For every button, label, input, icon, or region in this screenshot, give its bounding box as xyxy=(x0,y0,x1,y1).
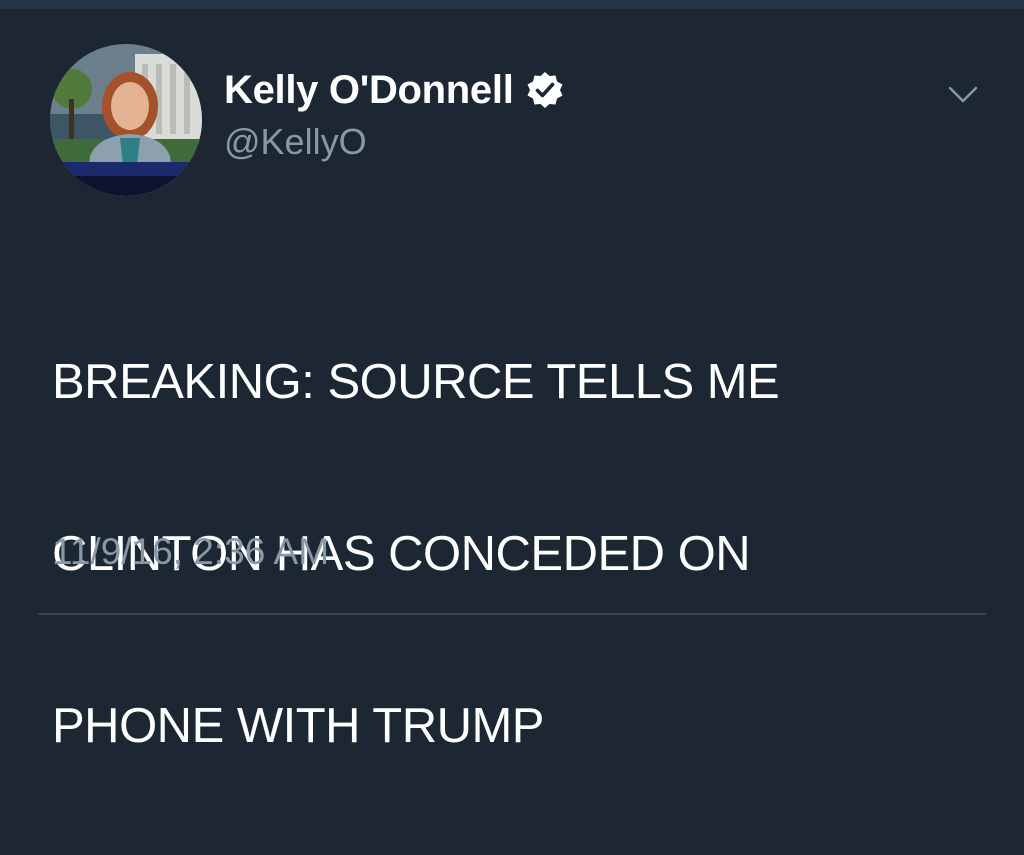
author-handle[interactable]: @KellyO xyxy=(224,124,367,160)
author-name-row[interactable]: Kelly O'Donnell xyxy=(224,65,564,115)
avatar[interactable] xyxy=(50,44,202,196)
avatar-image xyxy=(50,44,202,196)
tweet-text-line: PHONE WITH TRUMP xyxy=(52,699,544,753)
tweet-timestamp[interactable]: 11/9/16, 2:36 AM xyxy=(52,533,329,570)
author-display-name[interactable]: Kelly O'Donnell xyxy=(224,70,514,110)
chevron-down-icon[interactable] xyxy=(945,83,981,107)
verified-badge-icon xyxy=(526,71,564,109)
top-bar xyxy=(0,0,1024,9)
tweet-card: Kelly O'Donnell @KellyO BREAKING: SOURCE… xyxy=(0,9,1024,753)
tweet-text-line: BREAKING: SOURCE TELLS ME xyxy=(52,355,780,409)
divider xyxy=(38,613,986,615)
